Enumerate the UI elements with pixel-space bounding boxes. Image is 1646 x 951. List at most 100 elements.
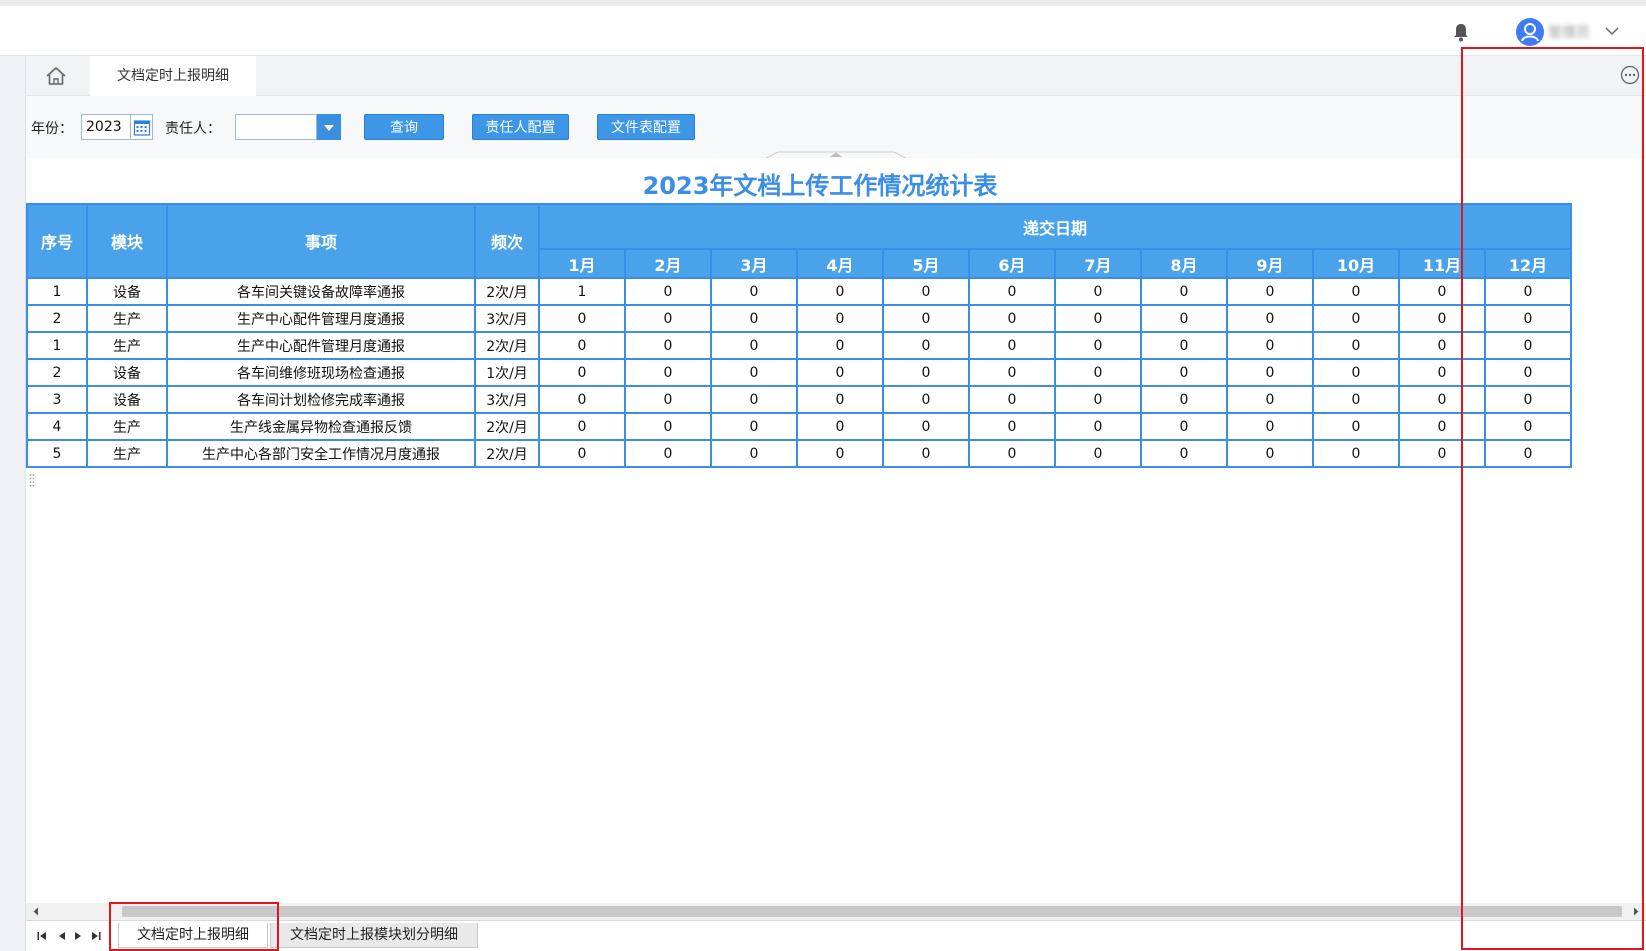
calendar-icon — [133, 120, 151, 136]
cell-item: 各车间维修班现场检查通报 — [166, 358, 476, 387]
highlight-box-months — [1461, 47, 1644, 950]
cell-month-count: 0 — [624, 331, 712, 360]
avatar[interactable] — [1516, 18, 1544, 46]
column-header-month: 10月 — [1312, 248, 1400, 279]
cell-month-count: 0 — [796, 358, 884, 387]
cell-month-count: 0 — [882, 385, 970, 414]
cell-item: 各车间关键设备故障率通报 — [166, 277, 476, 306]
cell-month-count: 0 — [1312, 277, 1400, 306]
query-toolbar: 年份： 2023 责任人： 查询 责任人配置 文件表配置 — [26, 96, 1646, 159]
column-header-month: 6月 — [968, 248, 1056, 279]
drag-handle-icon[interactable] — [29, 473, 35, 487]
table-row: 2 生产 生产中心配件管理月度通报 3次/月 0 0 0 0 0 0 0 0 0 0 0 0 — [26, 304, 1572, 333]
column-header-month: 7月 — [1054, 248, 1142, 279]
cell-item: 生产中心配件管理月度通报 — [166, 304, 476, 333]
calendar-button[interactable] — [131, 114, 153, 140]
cell-module: 生产 — [86, 331, 168, 360]
cell-month-count: 0 — [1312, 331, 1400, 360]
cell-month-count: 0 — [1140, 277, 1228, 306]
cell-month-count: 0 — [624, 385, 712, 414]
cell-month-count: 0 — [1312, 358, 1400, 387]
user-name[interactable]: 管理员 — [1548, 22, 1590, 42]
cell-index: 1 — [26, 277, 88, 306]
year-input[interactable]: 2023 — [81, 114, 131, 140]
cell-item: 生产中心各部门安全工作情况月度通报 — [166, 439, 476, 468]
cell-frequency: 2次/月 — [474, 331, 540, 360]
cell-frequency: 2次/月 — [474, 412, 540, 441]
cell-frequency: 3次/月 — [474, 304, 540, 333]
next-sheet-icon[interactable] — [72, 930, 84, 942]
cell-month-count: 0 — [1312, 412, 1400, 441]
cell-month-count: 0 — [1054, 358, 1142, 387]
sheet-tab-module-detail[interactable]: 文档定时上报模块划分明细 — [270, 923, 478, 948]
tab-bar: 文档定时上报明细 — [26, 56, 1646, 96]
cell-month-count: 0 — [796, 412, 884, 441]
cell-month-count: 0 — [882, 277, 970, 306]
user-icon — [1521, 23, 1539, 42]
cell-month-count: 0 — [624, 412, 712, 441]
cell-month-count: 0 — [968, 304, 1056, 333]
column-header-month: 9月 — [1226, 248, 1314, 279]
cell-month-count: 0 — [796, 331, 884, 360]
chevron-down-icon[interactable] — [1604, 24, 1620, 38]
file-table-config-button[interactable]: 文件表配置 — [597, 114, 695, 140]
cell-index: 3 — [26, 385, 88, 414]
cell-month-count: 0 — [882, 358, 970, 387]
cell-month-count: 0 — [882, 412, 970, 441]
cell-index: 4 — [26, 412, 88, 441]
scroll-left-icon[interactable] — [32, 907, 40, 916]
cell-month-count: 0 — [710, 439, 798, 468]
owner-select[interactable] — [235, 114, 317, 140]
last-sheet-icon[interactable] — [90, 930, 102, 942]
cell-month-count: 0 — [624, 277, 712, 306]
cell-month-count: 0 — [1312, 439, 1400, 468]
cell-month-count: 0 — [710, 385, 798, 414]
query-button[interactable]: 查询 — [364, 114, 444, 140]
column-header-month: 8月 — [1140, 248, 1228, 279]
bell-icon[interactable] — [1452, 22, 1470, 42]
cell-month-count: 0 — [882, 304, 970, 333]
cell-month-count: 0 — [796, 277, 884, 306]
cell-frequency: 3次/月 — [474, 385, 540, 414]
cell-module: 生产 — [86, 439, 168, 468]
cell-month-count: 0 — [1312, 304, 1400, 333]
cell-month-count: 0 — [624, 439, 712, 468]
cell-month-count: 0 — [1226, 412, 1314, 441]
cell-month-count: 0 — [1226, 385, 1314, 414]
column-header-module: 模块 — [86, 203, 168, 279]
statistics-table: 序号 模块 事项 频次 递交日期 1月 2月 3月 4月 5月 6月 7月 8月 9月 10月 11… — [26, 203, 1572, 468]
tab-document-report-detail[interactable]: 文档定时上报明细 — [90, 56, 256, 96]
column-header-submit-date: 递交日期 — [538, 203, 1572, 250]
cell-month-count: 0 — [796, 439, 884, 468]
owner-dropdown-button[interactable] — [317, 114, 341, 140]
top-bar: 管理员 — [0, 0, 1646, 56]
table-row: 3 设备 各车间计划检修完成率通报 3次/月 0 0 0 0 0 0 0 0 0 0 0 0 — [26, 385, 1572, 414]
home-tab[interactable] — [26, 56, 86, 96]
column-header-frequency: 频次 — [474, 203, 540, 279]
cell-month-count: 0 — [1140, 412, 1228, 441]
cell-frequency: 2次/月 — [474, 277, 540, 306]
first-sheet-icon[interactable] — [36, 930, 48, 942]
column-header-item: 事项 — [166, 203, 476, 279]
cell-frequency: 2次/月 — [474, 439, 540, 468]
cell-month-count: 0 — [1054, 385, 1142, 414]
cell-month-count: 0 — [1140, 358, 1228, 387]
cell-month-count: 0 — [968, 412, 1056, 441]
column-header-month: 3月 — [710, 248, 798, 279]
table-row: 1 设备 各车间关键设备故障率通报 2次/月 1 0 0 0 0 0 0 0 0 0 0 0 — [26, 277, 1572, 306]
cell-month-count: 0 — [710, 277, 798, 306]
cell-module: 设备 — [86, 277, 168, 306]
cell-month-count: 0 — [1054, 277, 1142, 306]
cell-month-count: 0 — [968, 358, 1056, 387]
cell-frequency: 1次/月 — [474, 358, 540, 387]
previous-sheet-icon[interactable] — [56, 930, 68, 942]
owner-config-button[interactable]: 责任人配置 — [472, 114, 569, 140]
highlight-box-sheet-tab — [109, 902, 279, 951]
cell-month-count: 0 — [538, 331, 626, 360]
cell-month-count: 0 — [1054, 331, 1142, 360]
cell-module: 生产 — [86, 304, 168, 333]
scrollbar-thumb[interactable] — [122, 906, 1622, 917]
cell-month-count: 0 — [882, 331, 970, 360]
year-label: 年份： — [31, 121, 73, 137]
cell-month-count: 0 — [538, 304, 626, 333]
